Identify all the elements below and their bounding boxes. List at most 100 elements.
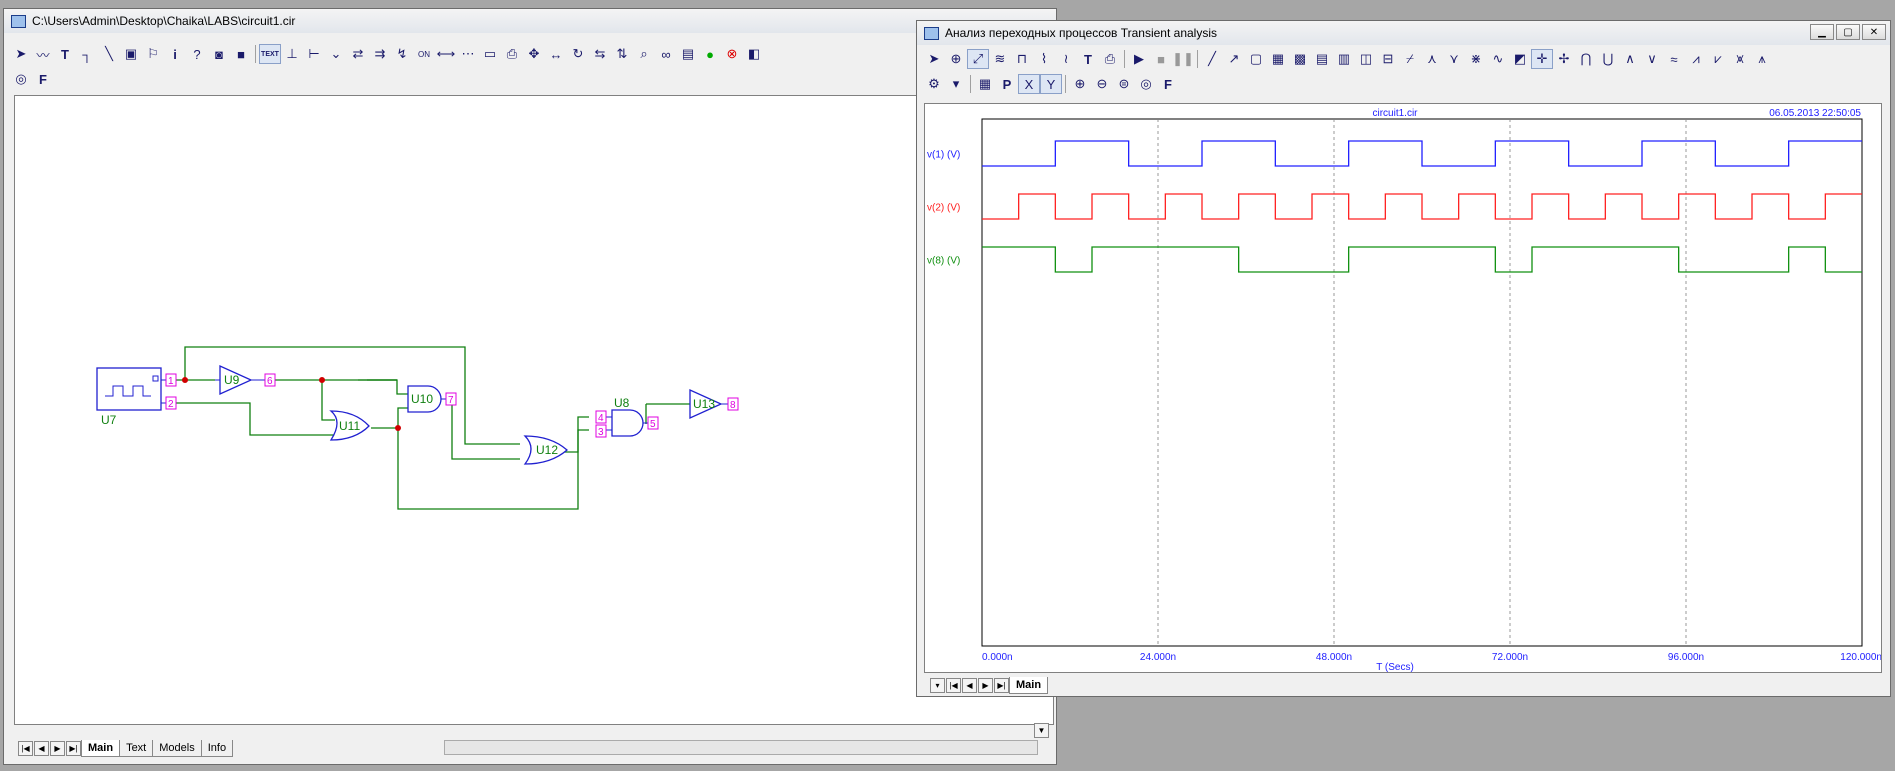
scroll-down-icon[interactable]: ▼	[1034, 723, 1049, 738]
voltage-icon[interactable]: ↯	[391, 44, 413, 64]
valley-icon[interactable]: ⋎	[1443, 49, 1465, 69]
binoculars-icon[interactable]: ∞	[655, 44, 677, 64]
slope-icon[interactable]: ⋇	[1465, 49, 1487, 69]
digital-icon[interactable]: ⊓	[1011, 49, 1033, 69]
select-arrow-icon[interactable]: ➤	[10, 44, 32, 64]
wave-icon[interactable]: ∿	[1487, 49, 1509, 69]
stretch-icon[interactable]: ↔	[545, 44, 567, 64]
page-icon[interactable]: ▭	[479, 44, 501, 64]
zoom-out-icon[interactable]: ⊖	[1091, 74, 1113, 94]
component-icon[interactable]: ▣	[120, 44, 142, 64]
schematic-canvas[interactable]: U7 1 2 U9 6 U11 U10 7 U12 U8 4 3 5 U13 8	[14, 95, 1054, 725]
prev-page-icon[interactable]: ◀	[962, 677, 977, 693]
grid-icon[interactable]: ▦	[1267, 49, 1289, 69]
table-icon[interactable]: ▤	[1311, 49, 1333, 69]
schematic-titlebar[interactable]: C:\Users\Admin\Desktop\Chaika\LABS\circu…	[4, 9, 1056, 33]
pin-icon[interactable]: ⊢	[303, 44, 325, 64]
run-icon[interactable]: ▶	[1128, 49, 1150, 69]
zoom-fit-icon[interactable]: ⊜	[1113, 74, 1135, 94]
tab-main[interactable]: Main	[1009, 676, 1049, 694]
diagonal-wire-icon[interactable]: ╲	[98, 44, 120, 64]
next-page-icon[interactable]: ▶	[50, 740, 65, 756]
copy-icon[interactable]: ⎙	[1099, 49, 1121, 69]
analysis-titlebar[interactable]: Анализ переходных процессов Transient an…	[917, 21, 1890, 45]
last-page-icon[interactable]: ▶|	[66, 740, 81, 756]
dropdown-icon[interactable]: ▾	[930, 677, 945, 693]
flip-icon[interactable]: ⇅	[611, 44, 633, 64]
select-arrow-icon[interactable]: ➤	[923, 49, 945, 69]
global-low-icon[interactable]: ⩚	[1751, 49, 1773, 69]
font-icon[interactable]: F	[1157, 74, 1179, 94]
columns-icon[interactable]: ▥	[1333, 49, 1355, 69]
horizontal-split-icon[interactable]: ⊟	[1377, 49, 1399, 69]
pulse-source-u7[interactable]	[96, 367, 166, 411]
flag-icon[interactable]: ⚐	[142, 44, 164, 64]
waveform-icon[interactable]: ≋	[989, 49, 1011, 69]
palette-icon[interactable]: ◎	[1135, 74, 1157, 94]
line-icon[interactable]: ╱	[1201, 49, 1223, 69]
rotate-icon[interactable]: ↻	[567, 44, 589, 64]
prev-page-icon[interactable]: ◀	[34, 740, 49, 756]
close-icon[interactable]: ✕	[1862, 24, 1886, 40]
arrow-line-icon[interactable]: ↗	[1223, 49, 1245, 69]
on-toggle-button[interactable]: ON	[413, 44, 435, 64]
tab-main[interactable]: Main	[81, 739, 121, 757]
peak-icon[interactable]: ⋏	[1421, 49, 1443, 69]
cross-icon[interactable]: ✢	[1553, 49, 1575, 69]
high-icon[interactable]: ∧	[1619, 49, 1641, 69]
orthogonal-wire-icon[interactable]: ┐	[76, 44, 98, 64]
text-tool-icon[interactable]: T	[1077, 49, 1099, 69]
window-icon[interactable]: ◧	[743, 44, 765, 64]
valley-find-icon[interactable]: ⋃	[1597, 49, 1619, 69]
component-icon[interactable]: ⊕	[945, 49, 967, 69]
camera-icon[interactable]: ◙	[208, 44, 230, 64]
buffer-u9[interactable]	[215, 364, 265, 396]
first-page-icon[interactable]: |◀	[18, 740, 33, 756]
grid-icon[interactable]: ⋯	[457, 44, 479, 64]
stop-icon[interactable]: ■	[1150, 49, 1172, 69]
help-icon[interactable]: ?	[186, 44, 208, 64]
peak-find-icon[interactable]: ⋂	[1575, 49, 1597, 69]
horizontal-scrollbar[interactable]	[444, 740, 1038, 755]
bottom-icon[interactable]: ⩗	[1707, 49, 1729, 69]
point-icon[interactable]: P	[996, 74, 1018, 94]
split-icon[interactable]: ◫	[1355, 49, 1377, 69]
properties-icon[interactable]: ⚙	[923, 74, 945, 94]
link-icon[interactable]: ⟷	[435, 44, 457, 64]
presentation-icon[interactable]: ▤	[677, 44, 699, 64]
current-icon[interactable]: ⇄	[347, 44, 369, 64]
top-icon[interactable]: ⩘	[1685, 49, 1707, 69]
palette-icon[interactable]: ◎	[10, 69, 32, 89]
node-numbers-icon[interactable]: ⊥	[281, 44, 303, 64]
dropdown-icon[interactable]: ▾	[945, 74, 967, 94]
wire-icon[interactable]: 〰	[32, 44, 54, 64]
x-axis-icon[interactable]: X	[1018, 74, 1040, 94]
move-icon[interactable]: ✥	[523, 44, 545, 64]
tab-info[interactable]: Info	[200, 739, 234, 757]
tracker-icon[interactable]: ✛	[1531, 49, 1553, 69]
tab-text[interactable]: Text	[119, 739, 154, 757]
color-icon[interactable]: ■	[230, 44, 252, 64]
cursor-icon[interactable]: ⌿	[1399, 49, 1421, 69]
first-page-icon[interactable]: |◀	[946, 677, 961, 693]
envelope-icon[interactable]: ≀	[1055, 49, 1077, 69]
minimize-icon[interactable]: ▁	[1810, 24, 1834, 40]
graph-icon[interactable]: ⌇	[1033, 49, 1055, 69]
grid-dense-icon[interactable]: ▩	[1289, 49, 1311, 69]
maximize-icon[interactable]: ▢	[1836, 24, 1860, 40]
text-tool-icon[interactable]: T	[54, 44, 76, 64]
next-page-icon[interactable]: ▶	[978, 677, 993, 693]
scale-icon[interactable]: ⤢	[967, 49, 989, 69]
find-icon[interactable]: ⌕	[633, 44, 655, 64]
plot-area[interactable]: circuit1.cir 06.05.2013 22:50:05 v(1) (V…	[924, 103, 1882, 673]
y-axis-icon[interactable]: Y	[1040, 74, 1062, 94]
table-view-icon[interactable]: ▦	[974, 74, 996, 94]
stamp-icon[interactable]: ⎙	[501, 44, 523, 64]
box-icon[interactable]: ▢	[1245, 49, 1267, 69]
low-icon[interactable]: ∨	[1641, 49, 1663, 69]
tab-models[interactable]: Models	[152, 739, 202, 757]
run-icon[interactable]: ●	[699, 44, 721, 64]
inflection-icon[interactable]: ≈	[1663, 49, 1685, 69]
zoom-in-icon[interactable]: ⊕	[1069, 74, 1091, 94]
pause-icon[interactable]: ❚❚	[1172, 49, 1194, 69]
